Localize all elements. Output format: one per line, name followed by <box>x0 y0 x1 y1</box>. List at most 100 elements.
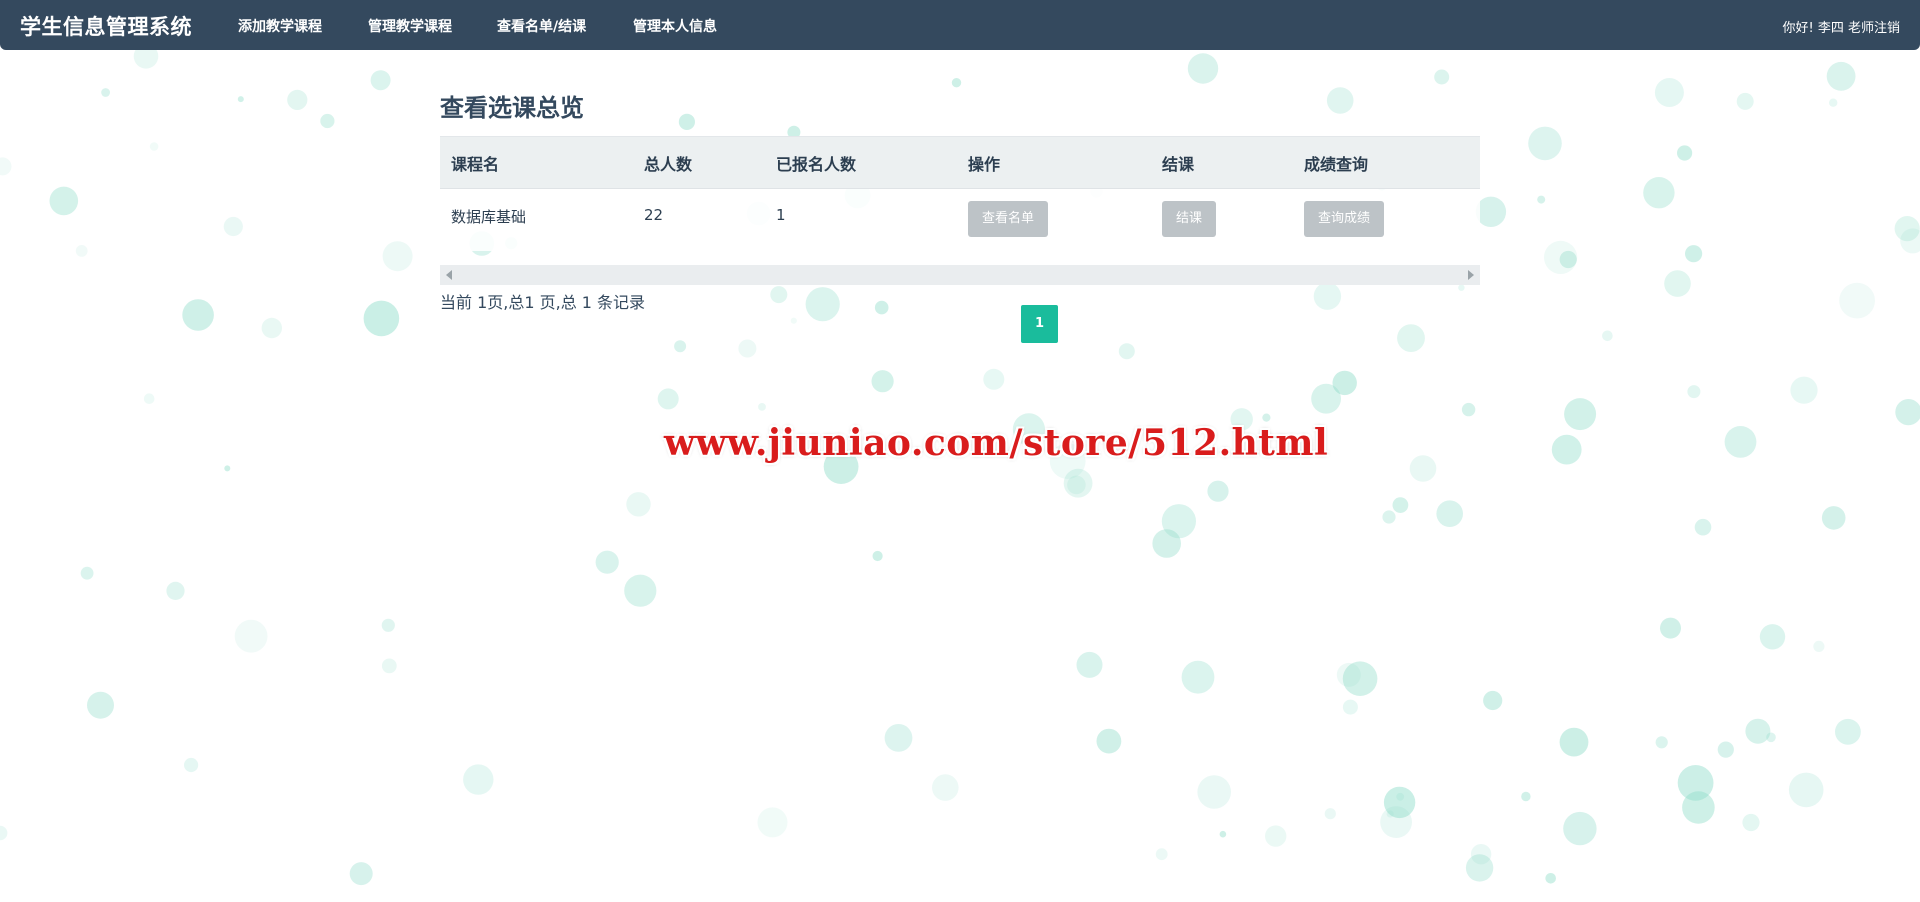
background-bubble <box>1392 497 1409 513</box>
background-bubble <box>1563 811 1597 846</box>
user-greeting: 你好! 李四 老师 <box>1782 21 1874 36</box>
background-bubble <box>1076 651 1103 678</box>
column-header-total: 总人数 <box>644 154 693 174</box>
background-bubble <box>1342 699 1358 715</box>
cell-actions: 查看名单 <box>957 189 1151 251</box>
background-bubble <box>1813 640 1825 653</box>
background-bubble <box>1895 399 1920 426</box>
background-bubble <box>790 317 797 324</box>
background-bubble <box>738 339 757 358</box>
background-bubble <box>1551 434 1582 465</box>
scroll-left-arrow-icon[interactable] <box>446 269 452 280</box>
background-bubble <box>49 186 79 216</box>
watermark-text: www.jiuniao.com/store/512.html <box>664 422 1329 464</box>
background-bubble <box>287 89 308 110</box>
background-bubble <box>1821 506 1846 530</box>
background-bubble <box>0 157 12 176</box>
background-bubble <box>1654 78 1684 107</box>
background-bubble <box>1181 660 1215 694</box>
nav-item-add-course[interactable]: 添加教学课程 <box>238 16 322 36</box>
background-bubble <box>166 581 185 601</box>
background-bubble <box>1602 330 1613 342</box>
background-bubble <box>381 618 395 632</box>
background-bubble <box>1660 617 1681 639</box>
table-header-row: 课程名 总人数 已报名人数 操作 结课 成绩查询 <box>440 136 1480 189</box>
background-bubble <box>1655 736 1668 749</box>
background-bubble <box>1332 370 1357 396</box>
background-bubble <box>1475 196 1507 227</box>
background-bubble <box>1564 398 1597 431</box>
background-bubble <box>1380 806 1412 838</box>
background-bubble <box>182 299 214 331</box>
column-header-enrolled: 已报名人数 <box>776 154 857 174</box>
background-bubble <box>1521 791 1531 802</box>
background-bubble <box>1528 126 1562 161</box>
background-bubble <box>463 764 494 795</box>
background-bubble <box>1436 500 1463 527</box>
background-bubble <box>1118 343 1135 360</box>
background-bubble <box>1483 690 1503 711</box>
background-bubble <box>1687 385 1701 399</box>
cell-grades: 查询成绩 <box>1293 189 1480 251</box>
cell-enrolled: 1 <box>776 206 786 224</box>
background-bubble <box>1745 718 1771 744</box>
page-title: 查看选课总览 <box>440 94 584 122</box>
background-bubble <box>261 317 282 339</box>
background-bubble <box>1717 741 1734 758</box>
scroll-right-arrow-icon[interactable] <box>1468 269 1474 280</box>
background-bubble <box>983 368 1005 390</box>
background-bubble <box>1685 245 1703 263</box>
background-bubble <box>1096 728 1122 754</box>
nav-item-manage-profile[interactable]: 管理本人信息 <box>633 16 717 36</box>
background-bubble <box>1894 216 1920 242</box>
background-bubble <box>1336 662 1361 687</box>
background-bubble <box>1839 282 1875 319</box>
background-bubble <box>184 757 199 773</box>
query-grades-button[interactable]: 查询成绩 <box>1304 201 1385 237</box>
background-bubble <box>932 774 959 801</box>
background-bubble <box>626 492 651 517</box>
column-header-course-name: 课程名 <box>451 154 500 174</box>
background-bubble <box>237 96 244 103</box>
background-bubble <box>1829 98 1838 107</box>
background-bubble <box>674 340 687 353</box>
background-bubble <box>1537 195 1546 204</box>
finish-course-button[interactable]: 结课 <box>1162 201 1217 237</box>
background-bubble <box>1155 848 1168 861</box>
nav-item-manage-courses[interactable]: 管理教学课程 <box>368 16 452 36</box>
background-bubble <box>1207 480 1229 502</box>
pagination-summary: 当前 1页,总1 页,总 1 条记录 <box>440 292 646 312</box>
background-bubble <box>223 216 243 237</box>
view-list-button[interactable]: 查看名单 <box>968 201 1049 237</box>
background-bubble <box>75 245 88 257</box>
horizontal-scrollbar[interactable] <box>440 264 1480 285</box>
background-bubble <box>1736 92 1754 110</box>
main-content: 查看选课总览 课程名 总人数 已报名人数 操作 结课 成绩查询 数据库基础 22… <box>440 88 1480 313</box>
column-header-grades: 成绩查询 <box>1304 154 1369 174</box>
background-bubble <box>595 550 619 574</box>
background-bubble <box>1724 426 1757 458</box>
background-bubble <box>1465 854 1494 882</box>
background-bubble <box>1826 61 1856 91</box>
column-header-finish: 结课 <box>1162 154 1195 174</box>
background-bubble <box>381 658 397 674</box>
top-navbar: 学生信息管理系统 添加教学课程 管理教学课程 查看名单/结课 管理本人信息 你好… <box>0 0 1920 50</box>
background-bubble <box>1461 402 1476 417</box>
background-bubble <box>1643 177 1675 209</box>
background-bubble <box>657 388 679 410</box>
background-bubble <box>87 691 114 719</box>
background-bubble <box>1759 624 1786 650</box>
background-bubble <box>1187 53 1219 84</box>
cell-finish: 结课 <box>1151 189 1293 251</box>
page-button-current[interactable]: 1 <box>1021 305 1058 343</box>
background-bubble <box>80 566 94 580</box>
logout-link[interactable]: 注销 <box>1874 17 1900 36</box>
background-bubble <box>1677 765 1714 801</box>
app-title[interactable]: 学生信息管理系统 <box>20 11 192 41</box>
background-bubble <box>1545 873 1556 884</box>
background-bubble <box>1677 145 1693 161</box>
background-bubble <box>149 142 159 151</box>
user-info: 你好! 李四 老师注销 <box>1783 17 1901 36</box>
nav-item-view-roster[interactable]: 查看名单/结课 <box>497 16 586 36</box>
background-bubble <box>1197 775 1231 809</box>
